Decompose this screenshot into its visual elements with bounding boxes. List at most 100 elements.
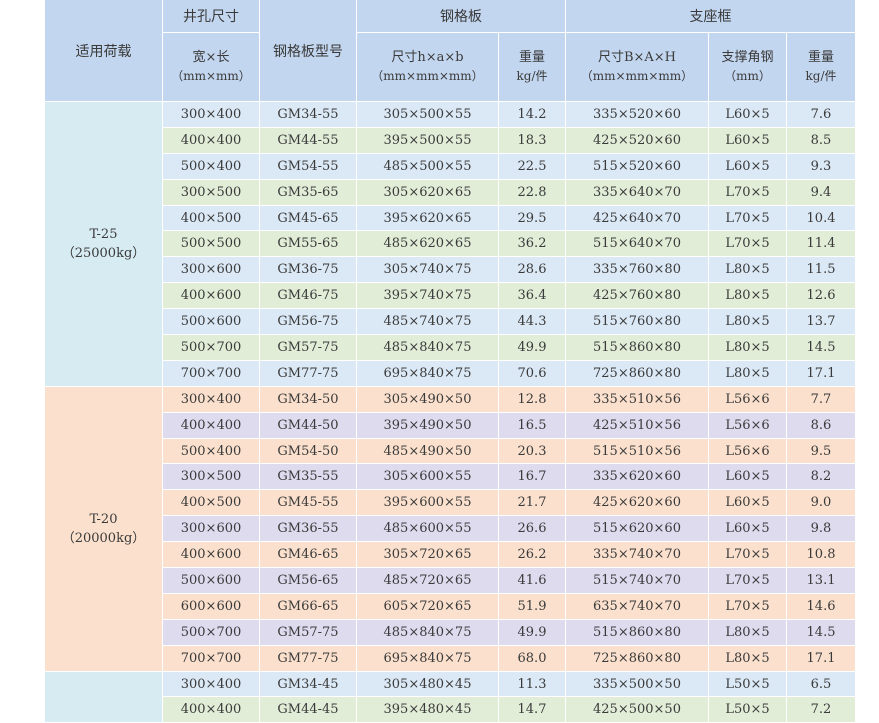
cell-hole-size: 400×600 — [162, 541, 260, 569]
header-load: 适用荷载 — [44, 0, 163, 102]
cell-frame-size: 725×860×80 — [565, 644, 709, 672]
cell-grate-size: 485×600×55 — [356, 515, 499, 543]
cell-hole-size: 400×400 — [162, 411, 260, 439]
cell-angle: L80×5 — [708, 618, 787, 646]
cell-grate-weight: 51.9 — [498, 592, 566, 620]
table-row: 300×600 GM36-75 305×740×75 28.6 335×760×80 L8… — [45, 256, 855, 284]
cell-frame-weight: 11.5 — [785, 256, 855, 284]
cell-frame-weight: 7.6 — [785, 101, 855, 128]
cell-grate-weight: 22.8 — [498, 178, 566, 206]
header-hole-size: 宽×长 （mm×mm） — [162, 32, 260, 102]
cell-grate-weight: 68.0 — [498, 644, 566, 672]
cell-grate-weight: 29.5 — [498, 204, 566, 232]
header-frame: 支座框 — [564, 0, 855, 33]
cell-frame-size: 725×860×80 — [565, 359, 709, 387]
table-row: 400×600 GM46-75 395×740×75 36.4 425×760×80 L8… — [45, 282, 855, 310]
cell-model: GM56-75 — [259, 308, 357, 336]
cell-frame-size: 515×740×70 — [565, 567, 709, 594]
cell-model: GM55-65 — [259, 230, 357, 258]
cell-angle: L60×5 — [708, 515, 787, 543]
header-frame-weight: 重量 kg/件 — [785, 32, 855, 102]
cell-grate-weight: 18.3 — [498, 126, 566, 154]
cell-model: GM46-65 — [259, 541, 357, 569]
cell-angle: L50×5 — [708, 696, 787, 723]
cell-frame-size: 335×520×60 — [565, 101, 709, 128]
cell-frame-size: 515×860×80 — [565, 618, 709, 646]
cell-hole-size: 600×600 — [162, 592, 260, 620]
cell-model: GM36-75 — [259, 256, 357, 284]
cell-frame-weight: 9.4 — [785, 178, 855, 206]
cell-frame-size: 425×520×60 — [565, 126, 709, 154]
cell-hole-size: 300×500 — [162, 178, 260, 206]
cell-grate-weight: 49.9 — [498, 618, 566, 646]
cell-hole-size: 300×600 — [162, 515, 260, 543]
cell-frame-size: 515×860×80 — [565, 334, 709, 361]
table-row: T-20 （20000kg） 300×400 GM34-50 305×490×50 12.… — [44, 385, 855, 672]
table-row: 400×500 GM45-65 395×620×65 29.5 425×640×70 L7… — [45, 204, 855, 232]
header-hole: 井孔尺寸 — [162, 0, 260, 33]
cell-frame-weight: 14.6 — [785, 592, 855, 620]
cell-frame-size: 425×500×50 — [565, 696, 709, 723]
cell-hole-size: 500×700 — [162, 618, 260, 646]
table-row: 300×500 GM35-65 305×620×65 22.8 335×640×70 L7… — [45, 178, 855, 206]
cell-angle: L56×6 — [708, 411, 787, 439]
cell-frame-weight: 8.5 — [785, 126, 855, 154]
cell-frame-size: 515×620×60 — [565, 515, 709, 543]
cell-grate-weight: 11.3 — [498, 670, 566, 698]
cell-model: GM36-55 — [259, 515, 357, 543]
cell-model: GM57-75 — [259, 334, 357, 361]
cell-frame-weight: 13.7 — [785, 308, 855, 336]
cell-grate-weight: 12.8 — [498, 385, 566, 413]
cell-model: GM77-75 — [259, 359, 357, 387]
header-frame-size-label: 尺寸B×A×H — [597, 50, 677, 65]
table-row: 400×400 GM44-50 395×490×50 16.5 425×510×56 L5… — [45, 411, 855, 439]
cell-grate-size: 395×740×75 — [356, 282, 499, 310]
load-cell: T-25 （25000kg） — [44, 101, 163, 387]
grating-spec-table: 适用荷载 井孔尺寸 钢格板型号 钢格板 支座框 宽×长 （mm×mm） 尺寸h×… — [44, 0, 855, 723]
cell-grate-weight: 16.7 — [498, 463, 566, 491]
cell-grate-size: 485×490×50 — [356, 437, 499, 465]
cell-grate-weight: 70.6 — [498, 359, 566, 387]
cell-model: GM54-55 — [259, 152, 357, 180]
cell-grate-size: 305×740×75 — [356, 256, 499, 284]
cell-frame-size: 635×740×70 — [565, 592, 709, 620]
cell-grate-weight: 36.2 — [498, 230, 566, 258]
load-kg: （20000kg） — [61, 530, 146, 546]
table-row: 500×600 GM56-65 485×720×65 41.6 515×740×70 L7… — [45, 567, 855, 594]
cell-hole-size: 500×700 — [162, 334, 260, 361]
cell-hole-size: 300×500 — [162, 463, 260, 491]
cell-grate-size: 395×500×55 — [356, 126, 499, 154]
cell-hole-size: 300×600 — [162, 256, 260, 284]
cell-model: GM35-55 — [259, 463, 357, 491]
cell-hole-size: 500×500 — [162, 230, 260, 258]
cell-angle: L80×5 — [708, 308, 787, 336]
header-grate: 钢格板 — [356, 0, 566, 33]
cell-angle: L60×5 — [708, 126, 787, 154]
cell-model: GM34-45 — [259, 670, 357, 698]
header-hole-unit: （mm×mm） — [171, 69, 251, 83]
cell-angle: L56×6 — [708, 437, 787, 465]
table-row: 400×500 GM45-55 395×600×55 21.7 425×620×60 L6… — [45, 489, 855, 517]
cell-grate-weight: 14.2 — [498, 101, 566, 128]
header-grate-size-unit: （mm×mm×mm） — [371, 69, 484, 83]
cell-frame-weight: 14.5 — [785, 618, 855, 646]
table-row: 300×600 GM36-55 485×600×55 26.6 515×620×60 L6… — [45, 515, 855, 543]
spec-table-container: 适用荷载 井孔尺寸 钢格板型号 钢格板 支座框 宽×长 （mm×mm） 尺寸h×… — [44, 0, 855, 723]
cell-grate-size: 485×720×65 — [356, 567, 499, 594]
cell-frame-size: 515×640×70 — [565, 230, 709, 258]
cell-grate-weight: 26.2 — [498, 541, 566, 569]
cell-hole-size: 700×700 — [162, 644, 260, 672]
cell-frame-weight: 8.2 — [785, 463, 855, 491]
cell-hole-size: 400×600 — [162, 282, 260, 310]
cell-angle: L80×5 — [708, 256, 787, 284]
cell-grate-size: 485×840×75 — [356, 618, 499, 646]
cell-frame-weight: 7.7 — [785, 385, 855, 413]
cell-grate-size: 695×840×75 — [356, 359, 499, 387]
header-frame-size-unit: （mm×mm×mm） — [580, 69, 694, 83]
cell-model: GM44-50 — [259, 411, 357, 439]
cell-grate-size: 305×600×55 — [356, 463, 499, 491]
cell-grate-size: 695×840×75 — [356, 644, 499, 672]
table-row: 300×400 GM34-45 305×480×45 11.3 335×500×50 L5… — [44, 670, 855, 723]
header-frame-size: 尺寸B×A×H （mm×mm×mm） — [565, 32, 709, 102]
cell-frame-size: 335×640×70 — [565, 178, 709, 206]
